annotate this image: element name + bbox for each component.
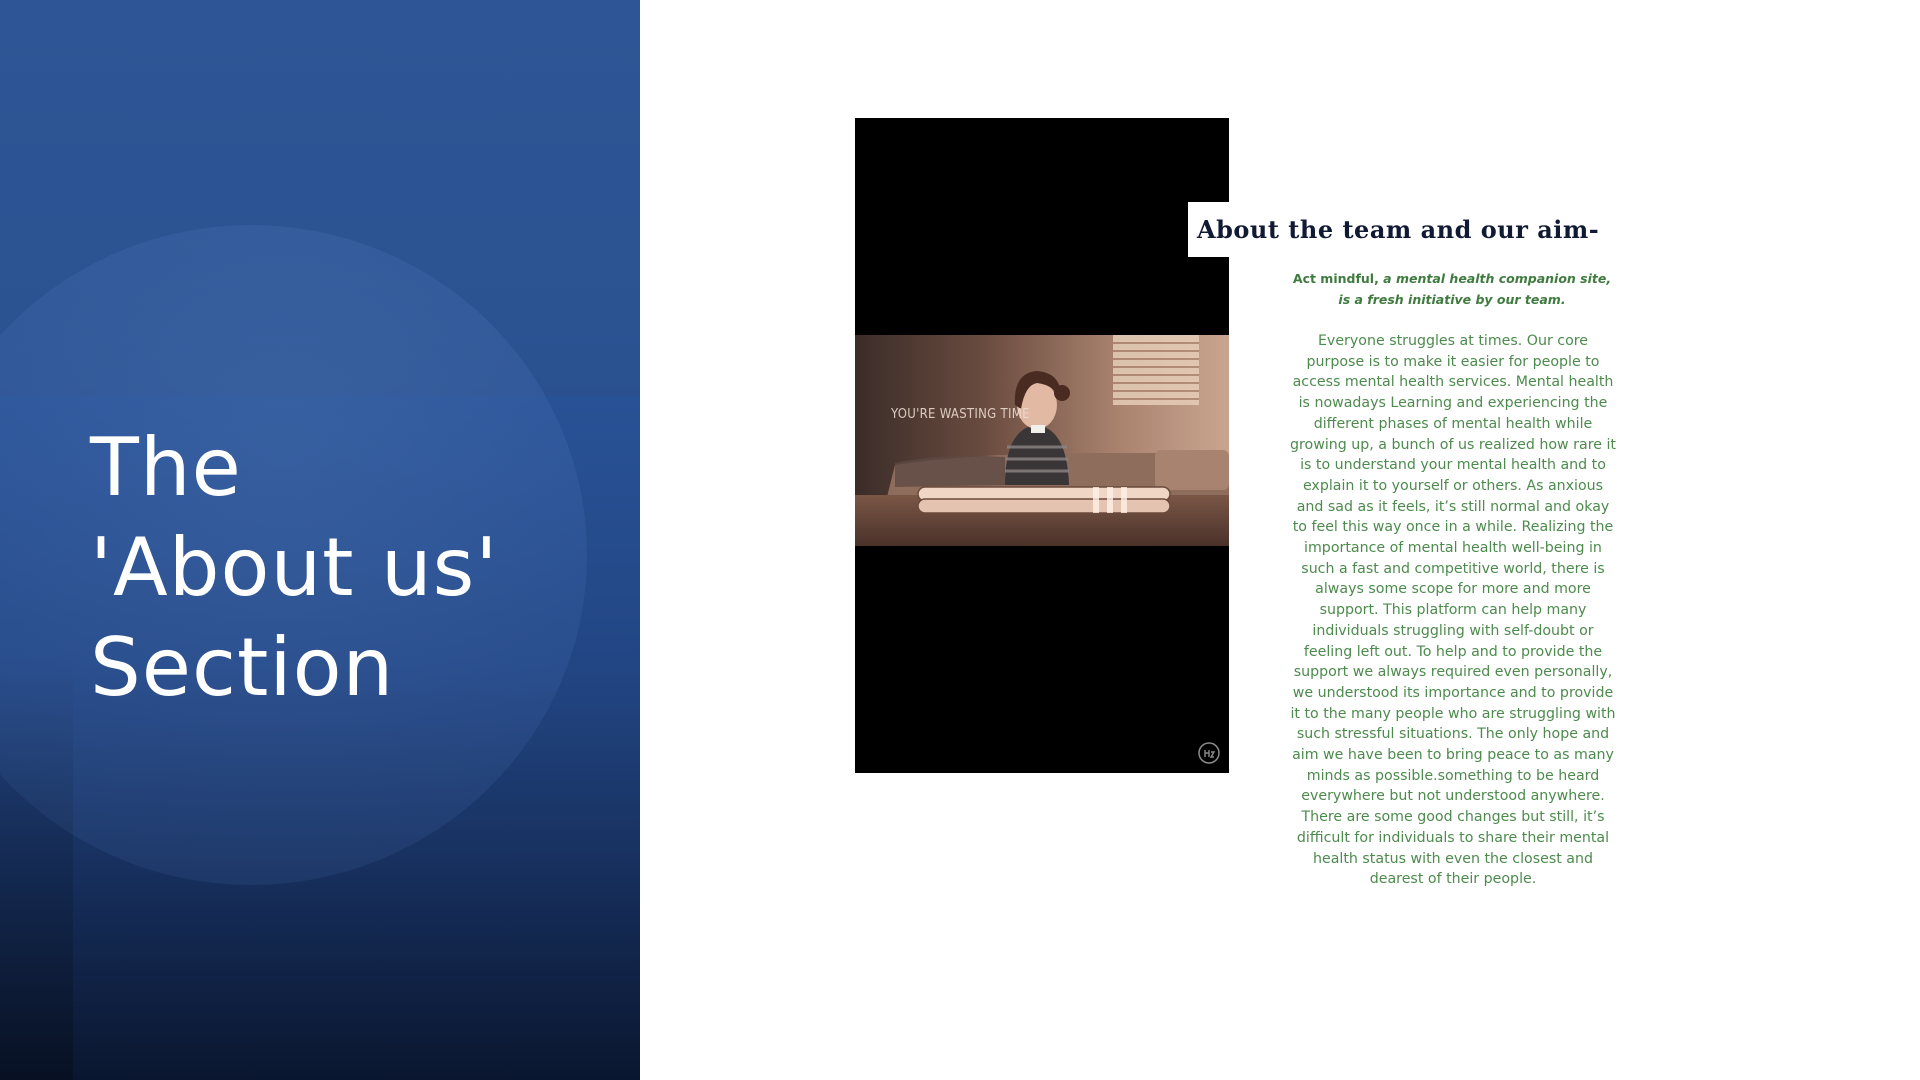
slide-title-line-3: Section (90, 621, 395, 714)
circular-logo-icon (1198, 742, 1220, 764)
animated-girl-scene-illustration (855, 335, 1229, 546)
window-blinds (1113, 335, 1199, 405)
intro-description: a mental health companion site, is a fre… (1338, 271, 1612, 307)
slide-title-line-1: The (90, 421, 242, 514)
video-frame[interactable]: YOU'RE WASTING TIME (855, 118, 1229, 773)
panel-vertical-strip (0, 0, 73, 1080)
slide: The 'About us' Section YOU'RE WASTING TI… (0, 0, 1920, 1080)
video-caption: YOU'RE WASTING TIME (891, 407, 1030, 422)
about-heading-box: About the team and our aim- (1188, 202, 1608, 257)
video-still-image: YOU'RE WASTING TIME (855, 335, 1229, 546)
about-body-text: Everyone struggles at times. Our core pu… (1290, 333, 1616, 888)
intro-site-name: Act mindful, (1292, 271, 1379, 286)
left-title-panel: The 'About us' Section (0, 0, 640, 1080)
slide-title-line-2: 'About us' (90, 521, 499, 614)
slide-title: The 'About us' Section (90, 418, 630, 718)
about-intro: Act mindful, a mental health companion s… (1292, 268, 1612, 310)
about-heading: About the team and our aim- (1197, 215, 1600, 244)
